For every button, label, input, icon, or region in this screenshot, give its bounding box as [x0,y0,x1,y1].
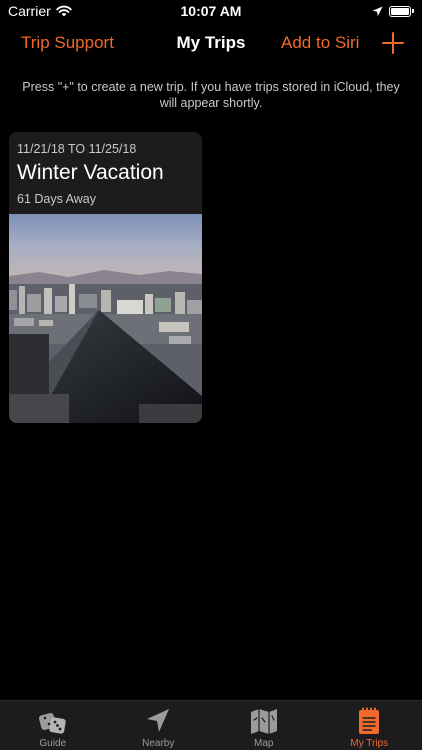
tab-guide[interactable]: Guide [0,701,106,750]
tab-my-trips[interactable]: My Trips [317,701,422,750]
add-to-siri-button[interactable]: Add to Siri [281,33,359,53]
tab-nearby[interactable]: Nearby [106,701,212,750]
location-services-icon [372,6,383,16]
tab-label: Map [254,738,274,749]
tab-map[interactable]: Map [211,701,317,750]
tab-label: Nearby [142,738,175,749]
status-bar: Carrier 10:07 AM [0,0,422,22]
empty-hint-text: Press "+" to create a new trip. If you h… [22,80,400,110]
navigation-bar: Trip Support My Trips Add to Siri [0,22,422,66]
notepad-icon [359,707,380,734]
tab-label: My Trips [350,738,389,749]
battery-icon [389,5,414,17]
page-title: My Trips [176,33,246,52]
trip-days-away: 61 Days Away [17,192,96,206]
status-left: Carrier [8,3,72,19]
map-icon [250,709,277,734]
trip-support-button[interactable]: Trip Support [21,33,114,53]
status-right [372,5,414,17]
trip-dates: 11/21/18 TO 11/25/18 [17,142,137,156]
trip-photo [9,214,202,423]
dice-icon [38,712,66,734]
location-arrow-icon [147,709,170,732]
plus-icon[interactable] [381,31,405,55]
trip-name: Winter Vacation [17,161,164,184]
trip-card[interactable]: 11/21/18 TO 11/25/18 Winter Vacation 61 … [9,132,202,423]
tab-label: Guide [39,738,67,749]
screen: Carrier 10:07 AM Trip Support My Trips A… [0,0,422,750]
wifi-icon [56,5,72,17]
carrier-label: Carrier [8,3,51,19]
tab-bar: Guide Nearby Map My Trips [0,700,422,750]
